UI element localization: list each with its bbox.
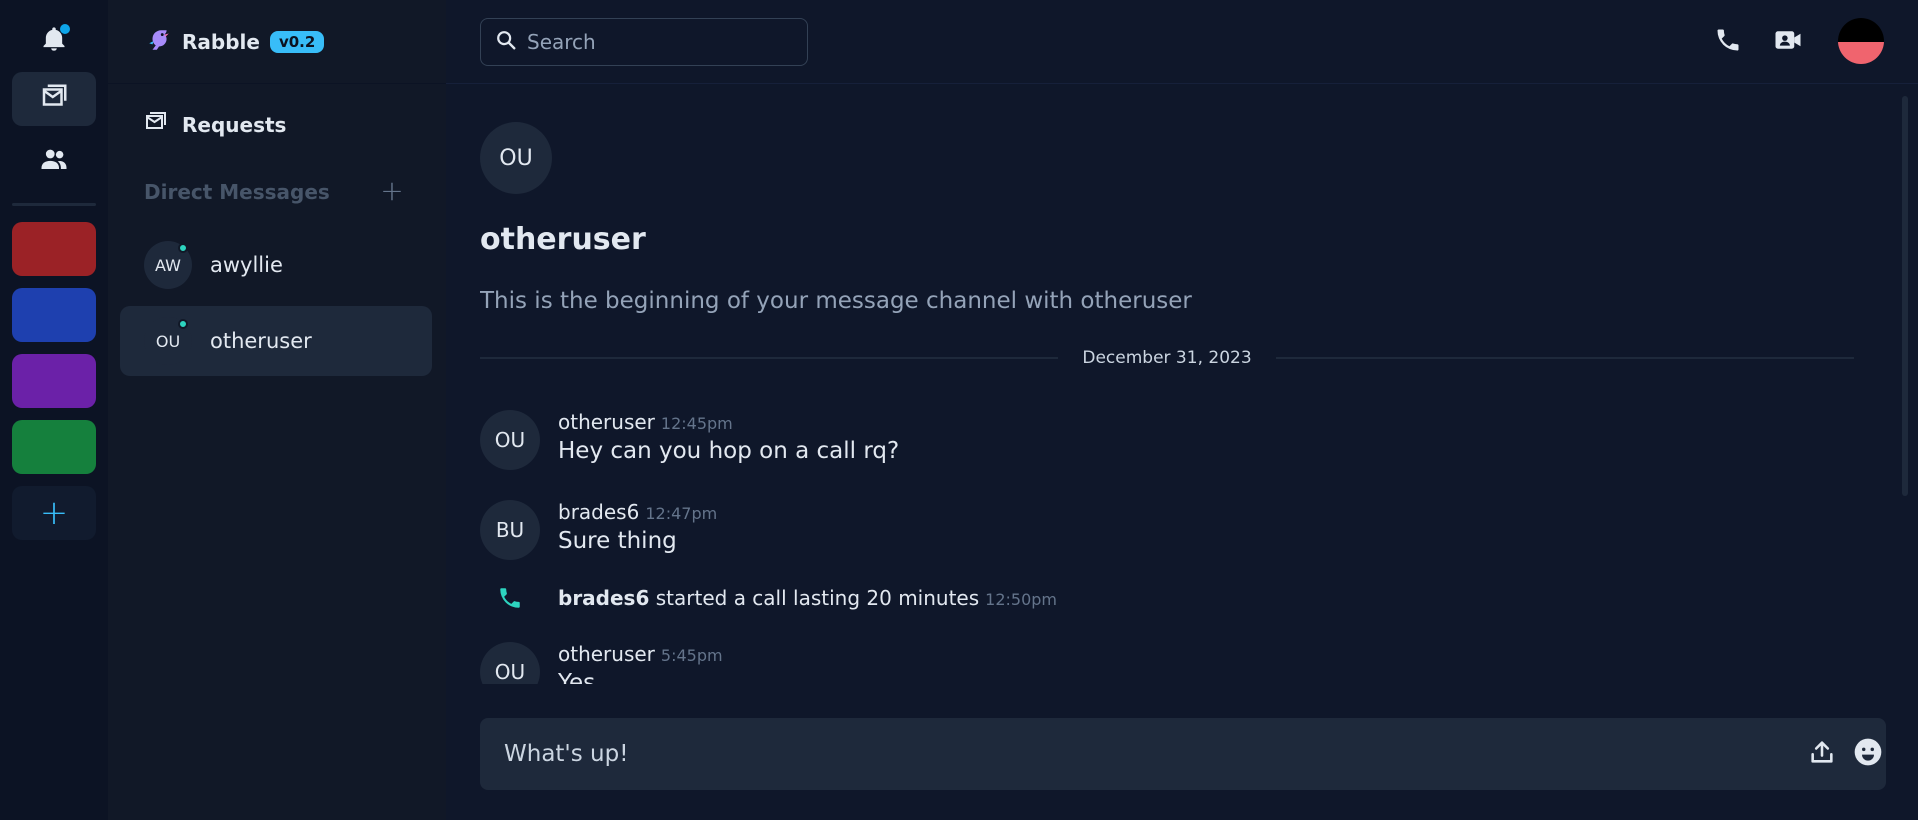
message-item: BU brades6 12:47pm Sure thing <box>480 500 1780 570</box>
dm-sidebar: Rabble v0.2 Requests Direct Messages + A… <box>108 0 446 820</box>
message-composer <box>480 718 1886 790</box>
message-text: Yes <box>558 670 596 684</box>
top-bar <box>446 0 1918 84</box>
avatar-initials: AW <box>155 255 181 275</box>
new-dm-button[interactable]: + <box>372 170 412 210</box>
avatar: OU <box>144 317 192 365</box>
call-event-text: brades6 started a call lasting 20 minute… <box>558 586 1057 610</box>
dm-item-awyllie[interactable]: AW awyllie <box>120 230 432 300</box>
channel-description: This is the beginning of your message ch… <box>480 288 1192 314</box>
message-author[interactable]: otheruser <box>558 410 655 434</box>
message-item: OU otheruser 5:45pm Yes <box>480 642 1780 684</box>
server-button[interactable] <box>12 222 96 276</box>
user-profile-avatar[interactable] <box>1838 18 1884 64</box>
inbox-icon <box>144 110 168 139</box>
message-text: Hey can you hop on a call rq? <box>558 438 900 464</box>
mail-stack-icon <box>39 82 69 116</box>
channel-avatar: OU <box>480 122 552 194</box>
video-call-icon <box>1773 25 1803 59</box>
chat-main: OU otheruser This is the beginning of yo… <box>446 0 1918 820</box>
server-button[interactable] <box>12 354 96 408</box>
dm-item-otheruser[interactable]: OU otheruser <box>120 306 432 376</box>
separator-line <box>1275 357 1855 359</box>
messages-button[interactable] <box>12 72 96 126</box>
phone-icon <box>480 578 540 618</box>
message-time: 12:47pm <box>645 504 718 523</box>
message-header: otheruser 5:45pm <box>558 642 723 666</box>
search-box[interactable] <box>480 18 808 66</box>
avatar[interactable]: OU <box>480 410 540 470</box>
brand-header: Rabble v0.2 <box>108 0 446 84</box>
upload-button[interactable] <box>1804 736 1840 772</box>
server-button[interactable] <box>12 288 96 342</box>
message-author[interactable]: otheruser <box>558 642 655 666</box>
friends-button[interactable] <box>12 134 96 188</box>
message-item: OU otheruser 12:45pm Hey can you hop on a… <box>480 410 1780 480</box>
message-time: 12:50pm <box>985 590 1058 609</box>
requests-label: Requests <box>182 112 287 137</box>
emoji-icon <box>1852 736 1884 772</box>
avatar[interactable]: OU <box>480 642 540 684</box>
online-status-dot <box>178 319 188 329</box>
emoji-button[interactable] <box>1850 736 1886 772</box>
video-call-button[interactable] <box>1770 24 1806 60</box>
phone-icon <box>1714 26 1742 58</box>
avatar-initials: OU <box>155 331 181 351</box>
parrot-logo-icon <box>146 27 172 57</box>
users-icon <box>39 144 69 178</box>
add-server-button[interactable]: + <box>12 486 96 540</box>
requests-link[interactable]: Requests <box>144 110 286 139</box>
direct-messages-heading: Direct Messages <box>144 180 330 204</box>
rail-divider <box>12 203 96 206</box>
separator-line <box>480 357 1059 359</box>
search-icon <box>495 29 517 55</box>
message-time: 12:45pm <box>660 414 733 433</box>
message-header: brades6 12:47pm <box>558 500 717 524</box>
channel-name: otheruser <box>480 222 646 257</box>
server-button[interactable] <box>12 420 96 474</box>
dm-name: otheruser <box>210 329 312 353</box>
avatar: AW <box>144 241 192 289</box>
message-input[interactable] <box>504 718 1704 790</box>
version-badge: v0.2 <box>269 30 325 53</box>
search-input[interactable] <box>527 30 787 54</box>
online-status-dot <box>178 243 188 253</box>
message-author[interactable]: brades6 <box>558 500 639 524</box>
call-event: brades6 started a call lasting 20 minute… <box>480 578 1780 618</box>
call-description: started a call lasting 20 minutes <box>649 586 980 610</box>
upload-icon <box>1808 738 1836 770</box>
notification-badge <box>60 24 70 34</box>
message-list: OU otheruser This is the beginning of yo… <box>480 84 1860 684</box>
app-name: Rabble <box>182 29 260 54</box>
server-rail: + <box>0 0 108 820</box>
message-header: otheruser 12:45pm <box>558 410 733 434</box>
call-actor[interactable]: brades6 <box>558 586 649 610</box>
dm-name: awyllie <box>210 253 283 277</box>
notifications-button[interactable] <box>12 14 96 68</box>
message-scrollbar[interactable] <box>1902 96 1908 496</box>
date-label: December 31, 2023 <box>1082 348 1252 368</box>
voice-call-button[interactable] <box>1710 24 1746 60</box>
avatar[interactable]: BU <box>480 500 540 560</box>
date-separator: December 31, 2023 <box>480 346 1855 370</box>
message-text: Sure thing <box>558 528 677 554</box>
message-time: 5:45pm <box>660 646 723 665</box>
